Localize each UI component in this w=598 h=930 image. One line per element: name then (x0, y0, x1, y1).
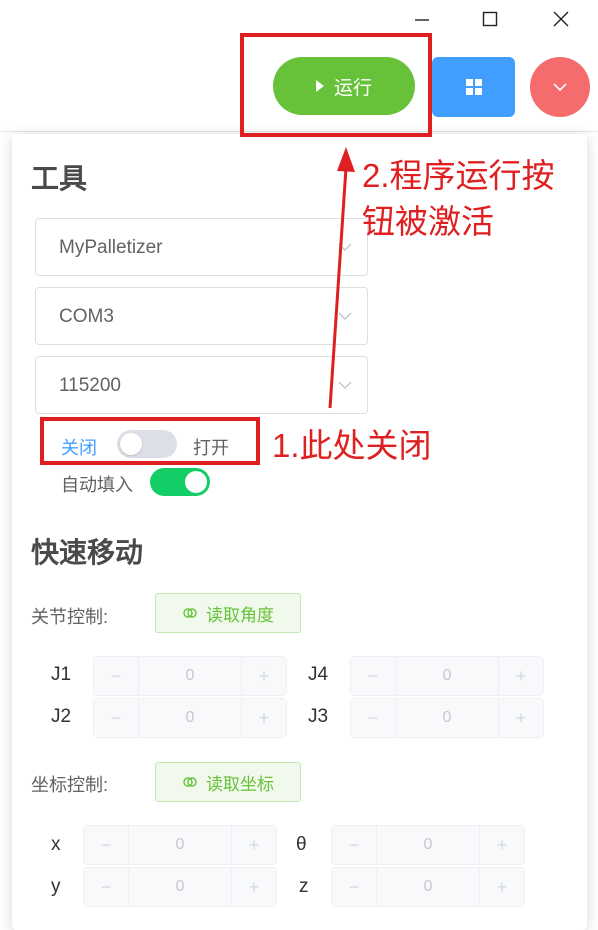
annotation-step1: 1.此处关闭 (272, 427, 432, 464)
annotation-step2-line2: 钮被激活 (362, 203, 494, 240)
annotation-step2-line1: 2.程序运行按 (362, 157, 555, 194)
